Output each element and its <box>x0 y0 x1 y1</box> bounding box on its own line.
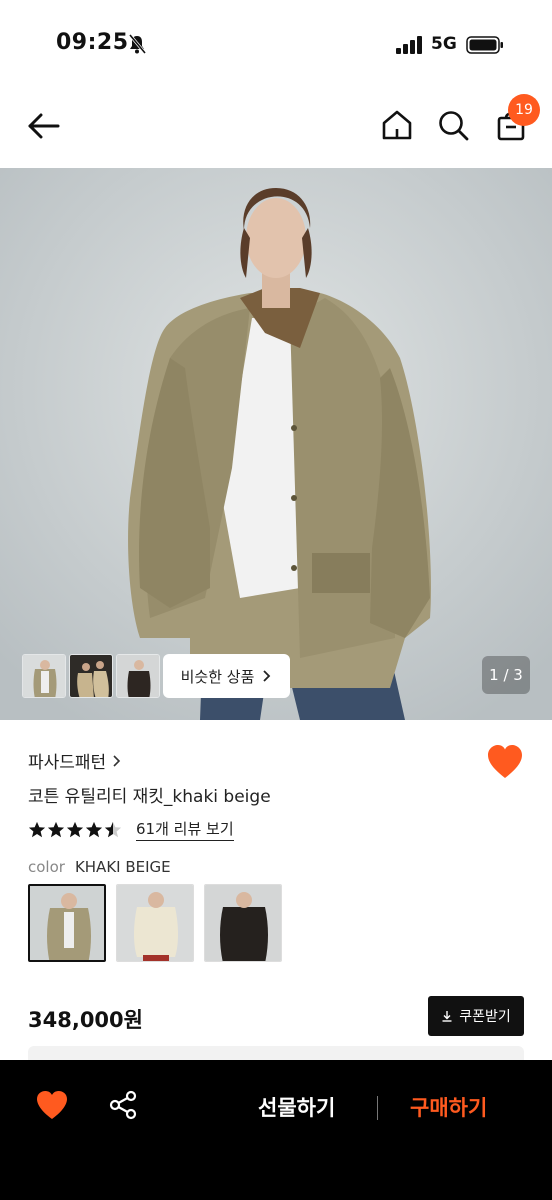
chevron-right-icon <box>263 670 271 682</box>
battery-icon <box>466 36 503 54</box>
color-label: color <box>28 858 65 876</box>
price: 348,000원 <box>28 1008 143 1032</box>
back-arrow-icon[interactable] <box>24 108 64 144</box>
search-icon[interactable] <box>436 108 470 142</box>
signal-icon <box>396 36 422 54</box>
half-star-icon <box>104 821 122 837</box>
swatch-khaki-beige[interactable] <box>28 884 106 962</box>
brand-link[interactable]: 파사드패턴 <box>28 748 121 773</box>
gallery-thumbnail[interactable] <box>69 654 113 698</box>
gift-button[interactable]: 선물하기 <box>258 1092 335 1122</box>
bell-off-icon <box>128 34 146 54</box>
bottom-action-bar: 선물하기 구매하기 <box>0 1060 552 1200</box>
color-row: color KHAKI BEIGE <box>28 858 171 876</box>
download-icon <box>442 1011 452 1022</box>
star-icon <box>66 821 84 837</box>
color-swatches <box>28 884 282 962</box>
swatch-black[interactable] <box>204 884 282 962</box>
heart-icon[interactable] <box>486 744 524 780</box>
rating-row: 61개 리뷰 보기 <box>28 818 234 841</box>
gallery-thumbnail[interactable] <box>116 654 160 698</box>
star-icon <box>85 821 103 837</box>
product-photo <box>0 168 552 720</box>
product-name: 코튼 유틸리티 재킷_khaki beige <box>28 787 271 807</box>
similar-products-label: 비슷한 상품 <box>180 667 255 686</box>
gallery-thumbnail[interactable] <box>22 654 66 698</box>
star-rating <box>28 821 122 839</box>
status-bar: 09:25 5G <box>0 0 552 90</box>
brand-name: 파사드패턴 <box>28 753 107 773</box>
swatch-ivory[interactable] <box>116 884 194 962</box>
top-nav: 19 <box>0 90 552 168</box>
heart-icon[interactable] <box>36 1090 68 1120</box>
network-type: 5G <box>431 34 457 54</box>
review-link[interactable]: 61개 리뷰 보기 <box>136 818 234 841</box>
star-icon <box>47 821 65 837</box>
gallery-thumbnails <box>22 654 160 698</box>
home-icon[interactable] <box>380 108 414 142</box>
similar-products-button[interactable]: 비슷한 상품 <box>163 654 290 698</box>
product-image-gallery[interactable]: 비슷한 상품 1 / 3 <box>0 168 552 720</box>
chevron-right-icon <box>113 754 121 767</box>
divider <box>377 1096 378 1120</box>
image-counter: 1 / 3 <box>482 656 530 694</box>
coupon-label: 쿠폰받기 <box>459 1009 511 1025</box>
color-value: KHAKI BEIGE <box>74 858 171 876</box>
star-icon <box>28 821 46 837</box>
coupon-button[interactable]: 쿠폰받기 <box>428 996 524 1036</box>
share-icon[interactable] <box>108 1090 138 1120</box>
status-time: 09:25 <box>56 30 129 55</box>
buy-button[interactable]: 구매하기 <box>410 1092 487 1122</box>
cart-count-badge: 19 <box>508 94 540 126</box>
